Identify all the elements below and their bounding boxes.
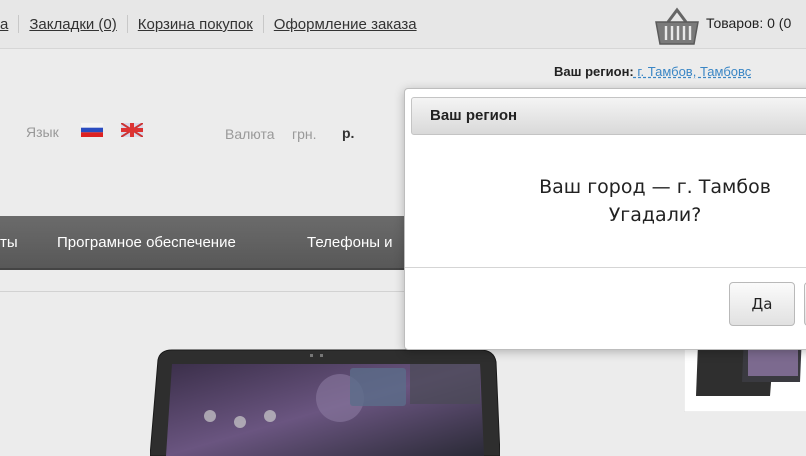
top-links: а Закладки (0) Корзина покупок Оформление з… — [0, 15, 417, 33]
currency-label: Валюта — [225, 126, 275, 142]
divider — [262, 15, 264, 33]
yes-button[interactable]: Да — [729, 282, 795, 326]
top-link-cart[interactable]: Корзина покупок — [138, 16, 253, 33]
region-dialog: Ваш регион Ваш город — г. Тамбов Угадали… — [404, 88, 806, 350]
region-value-link[interactable]: г. Тамбов, Тамбовс — [634, 64, 751, 79]
nav-item-software[interactable]: Програмное обеспечение — [57, 234, 236, 251]
cart-summary[interactable]: Товаров: 0 (0 — [706, 15, 791, 31]
region-line: Ваш регион: г. Тамбов, Тамбовс — [554, 64, 751, 79]
divider — [18, 15, 20, 33]
dialog-header[interactable]: Ваш регион — [411, 97, 806, 135]
language-label: Язык — [26, 124, 59, 140]
nav-item-phones[interactable]: Телефоны и — [307, 234, 393, 251]
dialog-divider — [405, 267, 806, 268]
dialog-question-line: Угадали? — [608, 204, 702, 226]
region-label: Ваш регион: — [554, 64, 634, 79]
currency-option-rub[interactable]: р. — [342, 125, 354, 141]
dialog-message: Ваш город — г. Тамбов Угадали? — [405, 173, 806, 229]
divider — [126, 15, 128, 33]
currency-option-uah[interactable]: грн. — [292, 126, 317, 142]
top-link-bookmarks[interactable]: Закладки (0) — [29, 16, 116, 33]
dialog-city-line: Ваш город — г. Тамбов — [539, 176, 771, 198]
top-bar: а Закладки (0) Корзина покупок Оформление з… — [0, 0, 806, 49]
dialog-title: Ваш регион — [430, 107, 518, 124]
russian-flag-icon[interactable] — [81, 123, 103, 137]
top-link-account[interactable]: а — [0, 16, 8, 33]
english-flag-icon[interactable] — [121, 123, 143, 137]
top-link-checkout[interactable]: Оформление заказа — [274, 16, 417, 33]
nav-item-gadgets[interactable]: ты — [0, 234, 18, 251]
shopping-basket-icon[interactable] — [654, 4, 700, 46]
